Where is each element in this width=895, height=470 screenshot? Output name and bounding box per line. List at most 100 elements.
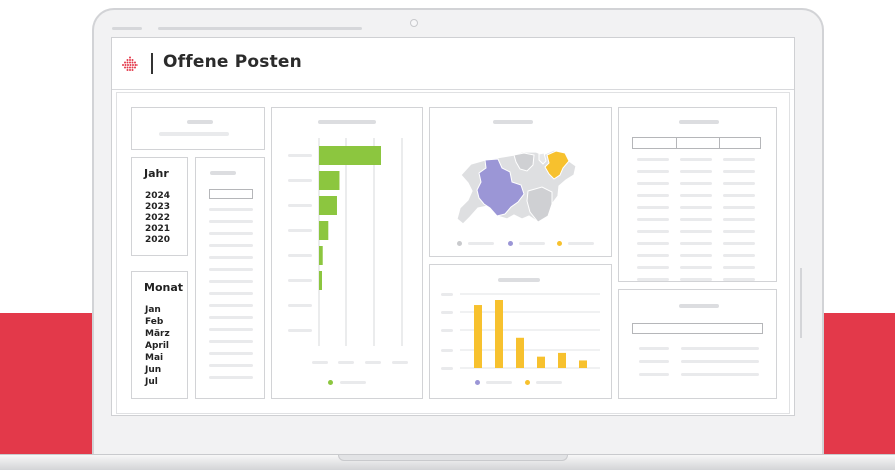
summary-input[interactable] (632, 323, 763, 334)
y-tick-label (441, 293, 453, 296)
legend-label (519, 242, 545, 245)
x-tick-label (365, 361, 381, 364)
table-panel[interactable] (618, 107, 777, 293)
bar (495, 300, 503, 368)
table-cell (723, 182, 755, 185)
bar (558, 352, 566, 368)
year-option[interactable]: 2020 (145, 235, 170, 245)
bar (319, 271, 322, 290)
table-cell (680, 242, 712, 245)
year-option[interactable]: 2023 (145, 202, 170, 212)
summary-label (639, 360, 669, 363)
summary-title-placeholder (679, 304, 719, 308)
dashboard-canvas: Jahr 2024 2023 2022 2021 2020 Monat Jan … (116, 92, 790, 414)
list-item[interactable] (209, 340, 253, 343)
summary-label (639, 373, 669, 376)
chart-x-labels (312, 361, 408, 364)
list-search-input[interactable] (209, 189, 253, 199)
legend-label (468, 242, 494, 245)
list-item[interactable] (209, 304, 253, 307)
list-item[interactable] (209, 268, 253, 271)
month-option[interactable]: März (145, 329, 170, 339)
month-filter[interactable]: Monat Jan Feb März April Mai Jun Jul (131, 271, 188, 399)
placeholder-text (159, 132, 229, 136)
y-tick-label (441, 349, 453, 352)
legend-marker (508, 241, 513, 246)
table-cell (723, 278, 755, 281)
list-item[interactable] (209, 244, 253, 247)
table-cell (637, 158, 669, 161)
list-item[interactable] (209, 328, 253, 331)
legend-label (536, 381, 562, 384)
table-cell (723, 194, 755, 197)
month-option[interactable]: Jun (145, 365, 161, 375)
legend-marker (475, 380, 480, 385)
category-label (288, 204, 312, 207)
list-item[interactable] (209, 376, 253, 379)
legend-label (568, 242, 594, 245)
year-filter[interactable]: Jahr 2024 2023 2022 2021 2020 (131, 157, 188, 256)
page-title: Offene Posten (163, 52, 302, 72)
summary-value (681, 360, 759, 363)
table-header (632, 137, 761, 149)
table-cell (723, 266, 755, 269)
kpi-card[interactable] (131, 107, 265, 150)
horizontal-bar-chart (288, 138, 408, 364)
list-item[interactable] (209, 292, 253, 295)
year-filter-title: Jahr (144, 167, 169, 180)
vertical-bar-chart (441, 293, 600, 370)
dotted-diamond-logo-icon (122, 56, 138, 71)
laptop-base (0, 454, 895, 470)
list-item[interactable] (209, 352, 253, 355)
table-title-placeholder (679, 120, 719, 124)
category-label (288, 329, 312, 332)
summary-value (681, 373, 759, 376)
month-option[interactable]: April (145, 341, 169, 351)
bar (319, 221, 329, 240)
table-cell (637, 218, 669, 221)
x-tick-label (338, 361, 354, 364)
vertical-bar-chart-panel[interactable] (429, 264, 612, 399)
map-panel[interactable] (429, 107, 612, 257)
category-label (288, 179, 312, 182)
list-item[interactable] (209, 280, 253, 283)
month-option[interactable]: Mai (145, 353, 163, 363)
list-item[interactable] (209, 232, 253, 235)
category-label (288, 254, 312, 257)
month-option[interactable]: Jan (145, 305, 161, 315)
legend-marker (557, 241, 562, 246)
screen: Offene Posten Jahr 2024 2023 2022 2021 2… (111, 37, 795, 416)
year-option[interactable]: 2024 (145, 191, 170, 201)
summary-panel[interactable] (618, 289, 777, 399)
list-item[interactable] (209, 220, 253, 223)
x-tick-label (392, 361, 408, 364)
year-option[interactable]: 2021 (145, 224, 170, 234)
bar (579, 360, 587, 368)
year-option[interactable]: 2022 (145, 213, 170, 223)
chart-bars (319, 146, 381, 290)
month-option[interactable]: Feb (145, 317, 163, 327)
list-item[interactable] (209, 316, 253, 319)
chart-bars (474, 300, 587, 368)
table-cell (680, 158, 712, 161)
table-column-divider (719, 138, 720, 148)
month-option[interactable]: Jul (145, 377, 158, 387)
table-cell (680, 194, 712, 197)
table-cell (680, 254, 712, 257)
legend-marker (525, 380, 530, 385)
table-cell (637, 278, 669, 281)
table-cell (637, 242, 669, 245)
horizontal-bar-chart-panel[interactable] (271, 107, 423, 399)
placeholder-text (187, 120, 213, 124)
list-item[interactable] (209, 364, 253, 367)
list-item[interactable] (209, 256, 253, 259)
table-cell (723, 254, 755, 257)
table-cell (723, 206, 755, 209)
legend-label (486, 381, 512, 384)
table-cell (680, 206, 712, 209)
app-header: Offene Posten (112, 38, 794, 90)
title-separator (151, 53, 153, 74)
list-item[interactable] (209, 208, 253, 211)
category-label (288, 279, 312, 282)
scrollbar[interactable] (800, 268, 802, 338)
